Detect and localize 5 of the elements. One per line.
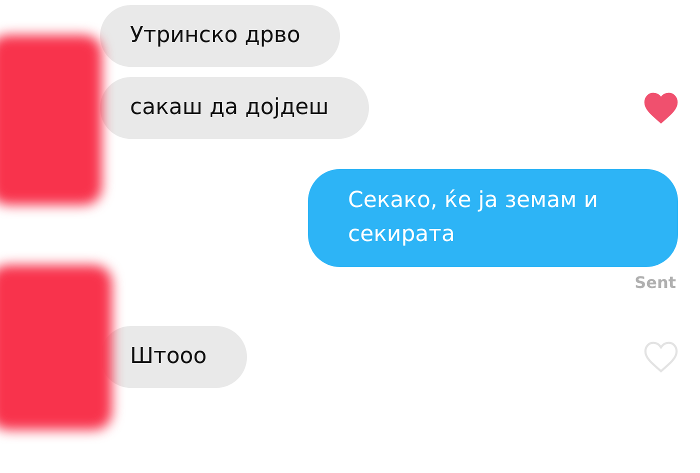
sent-message-bubble: Секако, ќе ја земам и секирата: [308, 169, 678, 267]
received-message-bubble: сакаш да дојдеш: [100, 77, 369, 139]
heart-icon[interactable]: [644, 92, 678, 124]
received-message-bubble: Утринско дрво: [100, 5, 340, 67]
sent-status: Sent: [634, 273, 676, 292]
